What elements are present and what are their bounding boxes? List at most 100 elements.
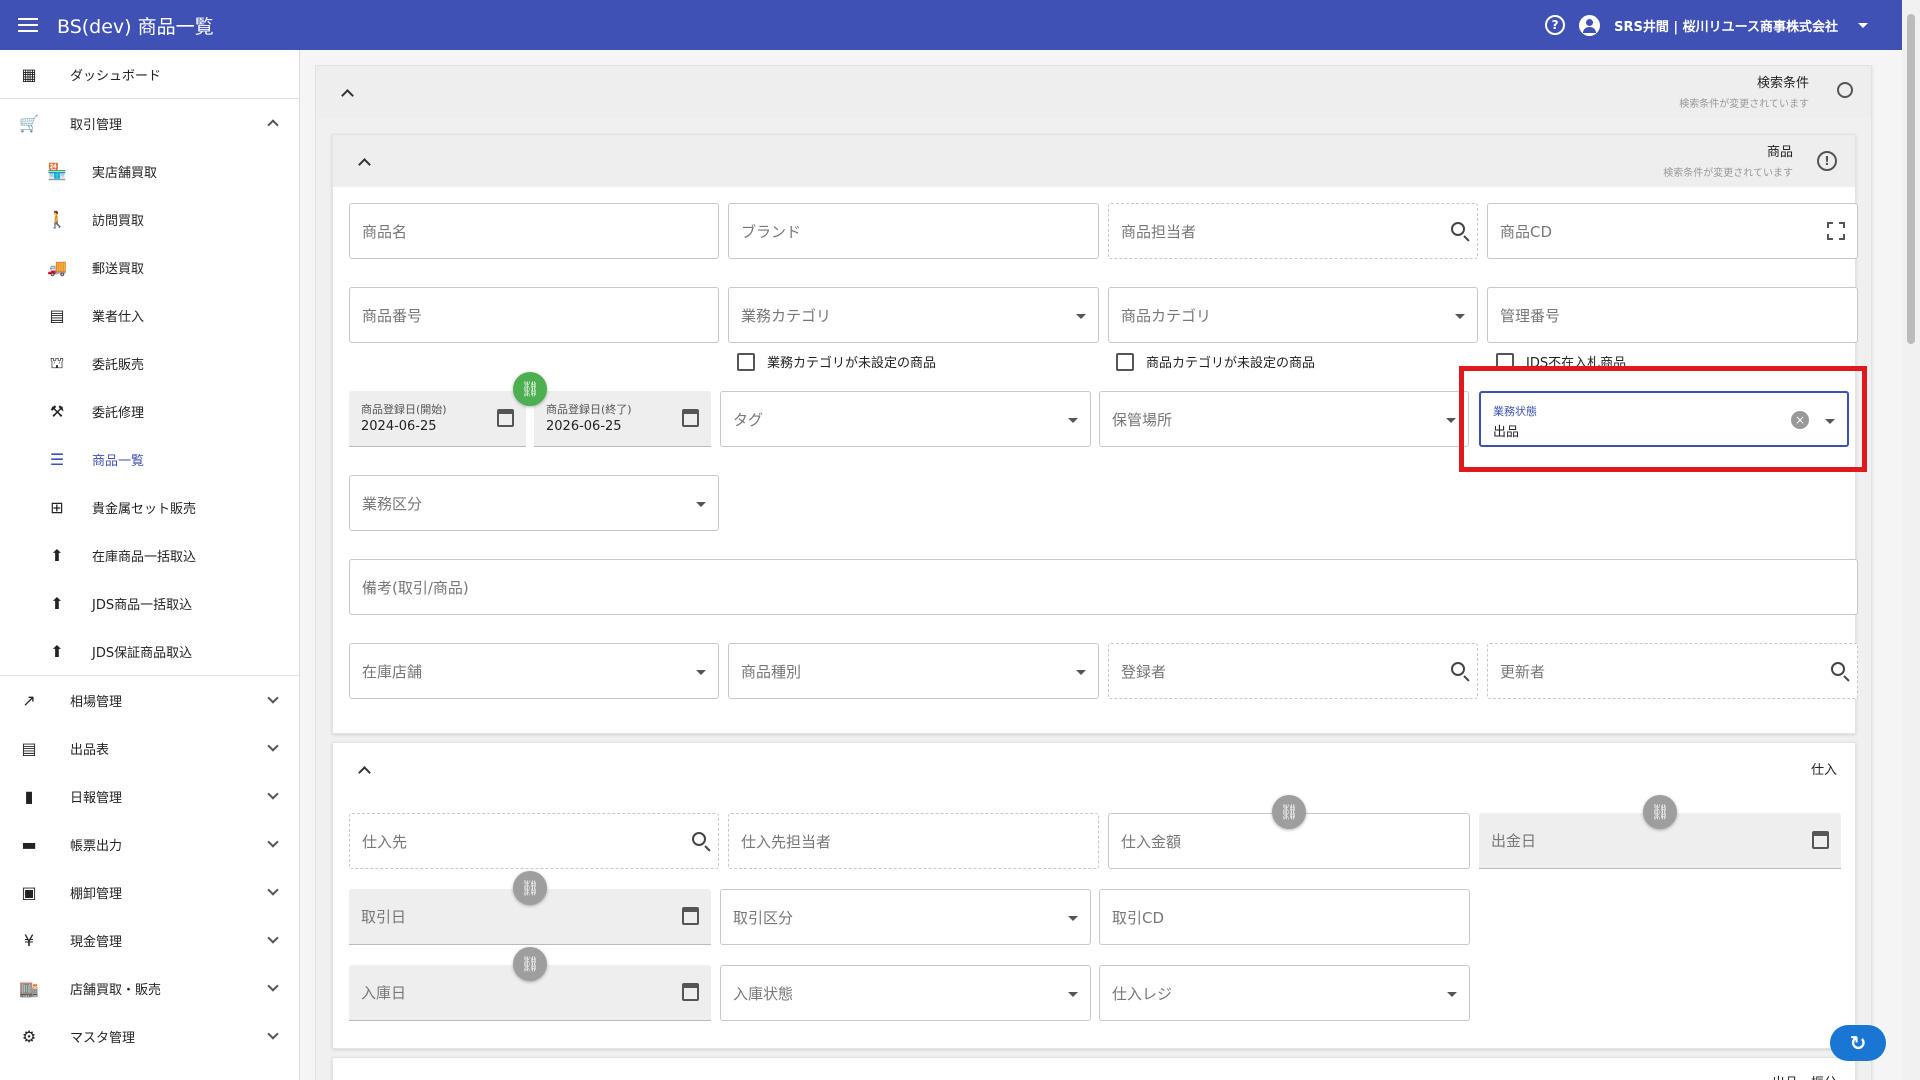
biz-category-select[interactable]: 業務カテゴリ	[728, 287, 1099, 343]
product-staff-field[interactable]: 商品担当者	[1108, 203, 1478, 259]
checkbox-box[interactable]	[737, 352, 755, 371]
sidebar: ▦ ダッシュボード 🛒 取引管理 🏪 実店舗買取 🚶 訪問買取 🚚 郵送買取 ▤ 業者仕入 …	[0, 50, 300, 1080]
sidebar-item-consign-sale[interactable]: ⛫ 委託販売	[0, 339, 299, 387]
listing-panel-header[interactable]: 出品・振分	[333, 1058, 1855, 1080]
walk-icon: 🚶	[47, 209, 67, 229]
chevron-up-icon[interactable]	[358, 157, 371, 171]
purchase-panel-header[interactable]: 仕入	[333, 743, 1855, 795]
refresh-button[interactable]: ↻	[1830, 1025, 1886, 1061]
chevron-up-icon[interactable]	[358, 765, 371, 779]
sidebar-item-cash[interactable]: ¥ 現金管理	[0, 916, 299, 964]
search-icon[interactable]	[692, 832, 706, 846]
reg-date-start-field[interactable]: 商品登録日(開始) 2024-06-25	[349, 391, 526, 447]
sidebar-item-store-buy[interactable]: 🏪 実店舗買取	[0, 147, 299, 195]
search-icon[interactable]	[1831, 662, 1845, 676]
checkbox-label: 業務カテゴリが未設定の商品	[767, 356, 937, 371]
sidebar-item-inventory[interactable]: ▣ 棚卸管理	[0, 868, 299, 916]
info-icon[interactable]: !	[1817, 151, 1837, 171]
calendar-icon[interactable]	[682, 409, 699, 427]
product-cd-field[interactable]: 商品CD	[1487, 203, 1858, 259]
sidebar-item-jds-import[interactable]: ⬆ JDS商品一括取込	[0, 579, 299, 627]
sidebar-item-label: 日報管理	[70, 790, 123, 806]
user-name[interactable]: SRS井間 | 桜川リユース商事株式会社	[1614, 16, 1838, 35]
yen-icon: ¥	[23, 930, 35, 950]
sidebar-item-vendor[interactable]: ▤ 業者仕入	[0, 291, 299, 339]
checkbox-box[interactable]	[1116, 352, 1134, 371]
product-number-field[interactable]: 商品番号	[349, 287, 719, 343]
sidebar-item-product-list[interactable]: ☰ 商品一覧	[0, 435, 299, 483]
chevron-down-icon[interactable]	[1858, 22, 1868, 28]
gear-icon: ⚙	[21, 1026, 37, 1046]
product-panel-header[interactable]: 商品 検索条件が変更されています !	[333, 135, 1855, 187]
in-state-select[interactable]: 入庫状態	[720, 965, 1091, 1021]
product-name-field[interactable]: 商品名	[349, 203, 719, 259]
upload-icon: ⬆	[50, 545, 64, 565]
reg-date-end-field[interactable]: 商品登録日(終了) 2026-06-25	[534, 391, 711, 447]
tag-select[interactable]: タグ	[720, 391, 1091, 447]
stock-store-select[interactable]: 在庫店舗	[349, 643, 719, 699]
search-icon[interactable]	[1837, 82, 1853, 98]
calendar-icon[interactable]	[497, 409, 514, 427]
brand-field[interactable]: ブランド	[728, 203, 1099, 259]
chevron-down-icon	[267, 884, 279, 896]
biz-category-unset-checkbox[interactable]: 業務カテゴリが未設定の商品	[737, 352, 936, 371]
purchase-register-select[interactable]: 仕入レジ	[1099, 965, 1470, 1021]
link-icon[interactable]: ⛓	[513, 871, 547, 905]
field-label: 業務カテゴリ	[741, 306, 832, 325]
scrollbar-thumb[interactable]	[1907, 14, 1915, 344]
sidebar-item-trade[interactable]: 🛒 取引管理	[0, 99, 299, 147]
calendar-icon[interactable]	[1812, 831, 1829, 849]
field-label: 商品担当者	[1121, 222, 1197, 241]
purchase-title-block: 仕入	[1811, 759, 1837, 778]
note-field[interactable]: 備考(取引/商品)	[349, 559, 1858, 615]
sidebar-item-listing-sheet[interactable]: ▤ 出品表	[0, 724, 299, 772]
sidebar-item-metal-set[interactable]: ⊞ 貴金属セット販売	[0, 483, 299, 531]
link-icon[interactable]: ⛓	[1272, 795, 1306, 829]
trade-type-select[interactable]: 取引区分	[720, 889, 1091, 945]
product-category-unset-checkbox[interactable]: 商品カテゴリが未設定の商品	[1116, 352, 1315, 371]
sidebar-item-forms[interactable]: ▬ 帳票出力	[0, 820, 299, 868]
sidebar-item-master[interactable]: ⚙ マスタ管理	[0, 1012, 299, 1060]
product-type-select[interactable]: 商品種別	[728, 643, 1099, 699]
manage-number-field[interactable]: 管理番号	[1487, 287, 1858, 343]
link-icon[interactable]: ⛓	[513, 947, 547, 981]
sidebar-item-visit-buy[interactable]: 🚶 訪問買取	[0, 195, 299, 243]
product-category-select[interactable]: 商品カテゴリ	[1108, 287, 1478, 343]
highlight-box	[1459, 366, 1867, 472]
supplier-field[interactable]: 仕入先	[349, 813, 719, 869]
sidebar-item-jds-warranty[interactable]: ⬆ JDS保証商品取込	[0, 627, 299, 675]
registrant-field[interactable]: 登録者	[1108, 643, 1478, 699]
chevron-up-icon[interactable]	[341, 88, 354, 102]
trade-cd-field[interactable]: 取引CD	[1099, 889, 1470, 945]
search-icon[interactable]	[1451, 222, 1465, 236]
help-circle-icon[interactable]: ?	[1545, 15, 1566, 35]
menu-icon[interactable]	[18, 13, 42, 37]
link-icon[interactable]: ⛓	[1643, 795, 1677, 829]
updater-field[interactable]: 更新者	[1487, 643, 1858, 699]
checkbox-label: 商品カテゴリが未設定の商品	[1146, 356, 1316, 371]
qr-scan-icon[interactable]	[1827, 222, 1845, 240]
sidebar-item-market[interactable]: ↗ 相場管理	[0, 676, 299, 724]
unlink-icon[interactable]: ⛓	[513, 372, 547, 406]
cart-icon: 🛒	[19, 113, 39, 133]
sidebar-item-dashboard[interactable]: ▦ ダッシュボード	[0, 50, 299, 98]
dropdown-arrow-icon	[1455, 314, 1465, 319]
sidebar-item-stock-import[interactable]: ⬆ 在庫商品一括取込	[0, 531, 299, 579]
chevron-down-icon	[267, 932, 279, 944]
account-icon[interactable]	[1579, 14, 1601, 36]
search-icon[interactable]	[1451, 662, 1465, 676]
storage-select[interactable]: 保管場所	[1099, 391, 1469, 447]
sidebar-item-consign-repair[interactable]: ⚒ 委託修理	[0, 387, 299, 435]
sidebar-item-shop[interactable]: 🏬 店舗買取・販売	[0, 964, 299, 1012]
calendar-icon[interactable]	[682, 983, 699, 1001]
scrollbar[interactable]	[1902, 0, 1920, 1080]
search-condition-panel: 検索条件 検索条件が変更されています 商品 検索条件が変更されています ! 商品…	[315, 65, 1872, 1080]
calendar-icon[interactable]	[682, 907, 699, 925]
sidebar-item-daily-report[interactable]: ▮ 日報管理	[0, 772, 299, 820]
field-label: 出金日	[1491, 832, 1537, 850]
sidebar-item-mail-buy[interactable]: 🚚 郵送買取	[0, 243, 299, 291]
search-condition-header[interactable]: 検索条件 検索条件が変更されています	[316, 66, 1871, 118]
field-label: 商品名	[362, 222, 408, 241]
biz-type-select[interactable]: 業務区分	[349, 475, 719, 531]
supplier-staff-field[interactable]: 仕入先担当者	[728, 813, 1099, 869]
